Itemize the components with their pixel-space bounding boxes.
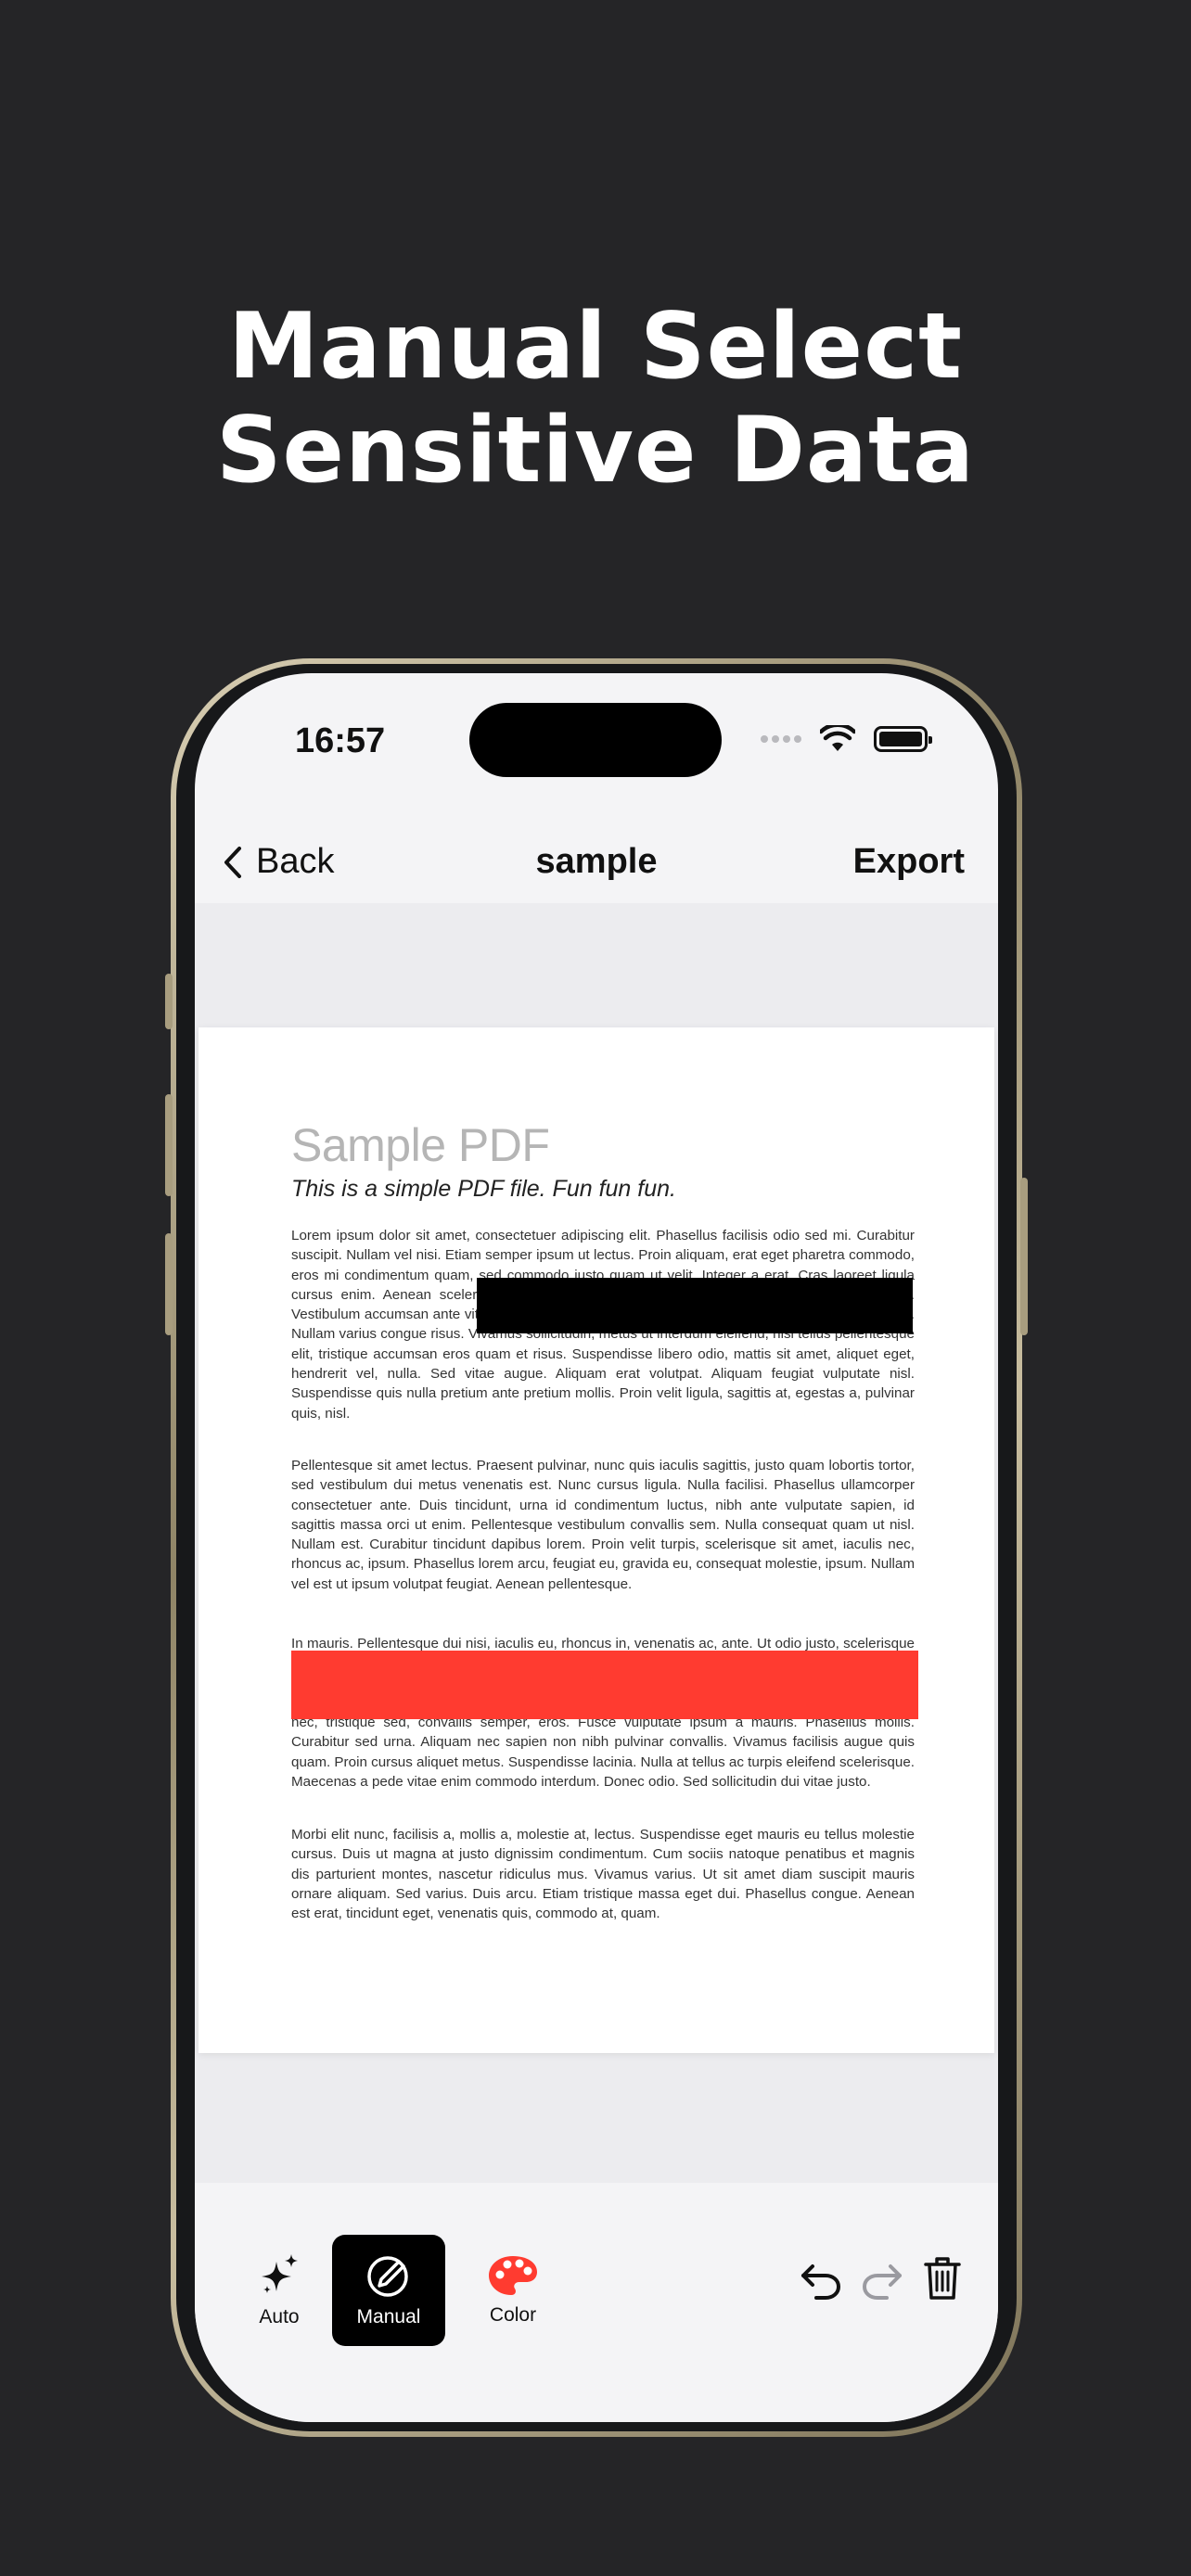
phone-side-button-volume-down (165, 1233, 173, 1335)
auto-tool-label: Auto (259, 2306, 300, 2327)
back-button[interactable]: Back (223, 842, 334, 882)
pdf-subtitle: This is a simple PDF file. Fun fun fun. (291, 1176, 676, 1202)
headline-line-2: Sensitive Data (215, 398, 976, 504)
manual-tool-button[interactable]: Manual (332, 2235, 445, 2346)
phone-screen: 16:57 sample Back Export Sample PDF This… (195, 673, 998, 2422)
phone-side-button-power (1020, 1178, 1028, 1335)
manual-tool-label: Manual (356, 2306, 421, 2327)
pencil-circle-icon (367, 2256, 408, 2297)
undo-icon[interactable] (800, 2261, 842, 2300)
headline: Manual Select Sensitive Data (0, 295, 1191, 503)
pdf-title: Sample PDF (291, 1119, 550, 1171)
color-tool-button[interactable]: Color (456, 2235, 570, 2346)
status-icons (761, 725, 932, 753)
sparkles-icon (262, 2254, 298, 2293)
cellular-dots-icon (761, 735, 801, 743)
pdf-paragraph-4: Morbi elit nunc, facilisis a, mollis a, … (291, 1827, 915, 1922)
export-button[interactable]: Export (853, 842, 965, 882)
redo-icon[interactable] (861, 2261, 903, 2300)
redaction-box-black[interactable] (477, 1278, 913, 1333)
palette-icon (489, 2256, 537, 2295)
color-tool-label: Color (489, 2304, 537, 2326)
phone-side-button-action (165, 974, 173, 1029)
battery-icon (874, 726, 932, 752)
phone-side-button-volume-up (165, 1094, 173, 1196)
trash-icon[interactable] (924, 2255, 961, 2302)
status-time: 16:57 (295, 721, 386, 760)
headline-line-1: Manual Select (227, 294, 964, 400)
redaction-box-red[interactable] (291, 1651, 918, 1719)
pdf-page[interactable]: Sample PDF This is a simple PDF file. Fu… (198, 1027, 994, 2053)
pdf-paragraph-2: Pellentesque sit amet lectus. Praesent p… (291, 1458, 915, 1592)
back-label: Back (256, 842, 335, 881)
document-title: sample (535, 842, 658, 881)
dynamic-island (469, 703, 722, 777)
bottom-toolbar: Auto Manual Color (195, 2183, 998, 2422)
chevron-left-icon (224, 846, 241, 878)
auto-tool-button[interactable]: Auto (223, 2235, 336, 2346)
wifi-icon (820, 725, 855, 751)
